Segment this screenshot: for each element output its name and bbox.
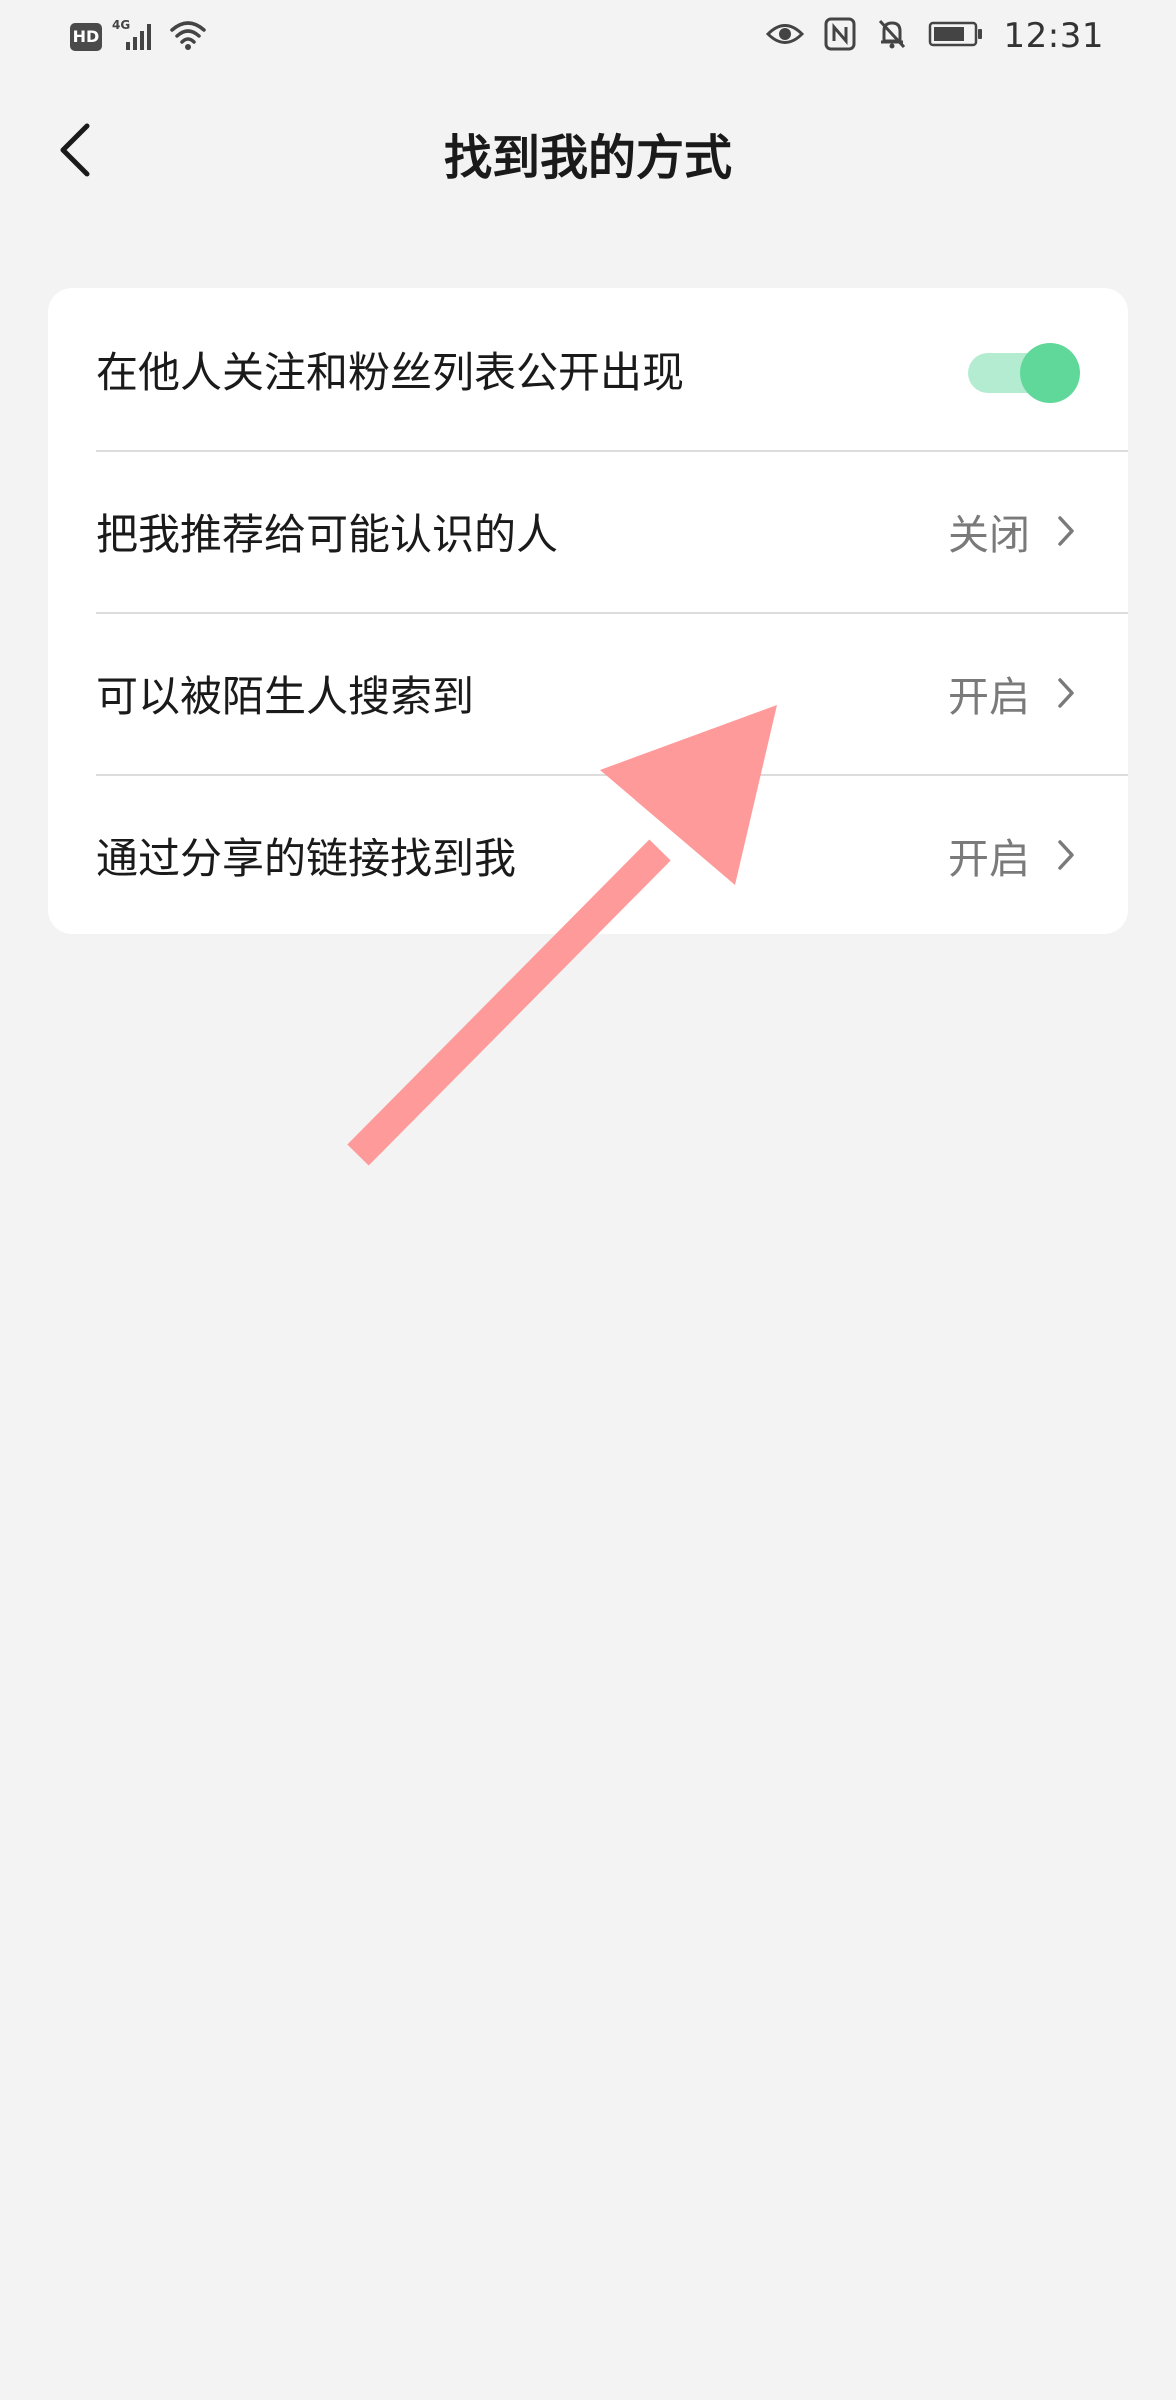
public-in-lists-toggle[interactable] [968, 339, 1080, 403]
battery-icon [928, 20, 984, 52]
settings-page: HD 4G 12:31 找到我的方式 在他人关注和粉丝列表公开出现 把我推荐给可… [0, 0, 1176, 2400]
setting-row-find-via-share-link[interactable]: 通过分享的链接找到我 开启 [48, 774, 1128, 934]
signal-icon: 4G [112, 18, 158, 56]
setting-row-public-in-lists[interactable]: 在他人关注和粉丝列表公开出现 [48, 288, 1128, 450]
setting-label: 把我推荐给可能认识的人 [96, 509, 559, 559]
setting-value: 关闭 [948, 511, 1030, 559]
bell-off-icon [876, 17, 908, 55]
toggle-knob [1020, 343, 1080, 403]
setting-row-searchable-by-strangers[interactable]: 可以被陌生人搜索到 开启 [48, 612, 1128, 774]
status-left: HD 4G [70, 18, 208, 56]
hd-icon: HD [70, 23, 102, 51]
status-right: 12:31 [765, 14, 1104, 58]
setting-label: 可以被陌生人搜索到 [96, 671, 475, 721]
setting-value: 开启 [948, 673, 1030, 721]
setting-row-recommend-to-contacts[interactable]: 把我推荐给可能认识的人 关闭 [48, 450, 1128, 612]
chevron-right-icon [1052, 835, 1080, 875]
wifi-icon [168, 18, 208, 56]
nav-bar: 找到我的方式 [0, 90, 1176, 210]
status-bar: HD 4G 12:31 [0, 0, 1176, 72]
nfc-icon [824, 17, 856, 55]
network-type: 4G [112, 18, 130, 32]
chevron-right-icon [1052, 673, 1080, 713]
eye-icon [765, 19, 804, 53]
chevron-right-icon [1052, 511, 1080, 551]
settings-card: 在他人关注和粉丝列表公开出现 把我推荐给可能认识的人 关闭 可以被陌生人搜索到 … [48, 288, 1128, 934]
setting-label: 在他人关注和粉丝列表公开出现 [96, 347, 685, 397]
setting-value: 开启 [948, 835, 1030, 883]
page-title: 找到我的方式 [443, 130, 732, 186]
status-time: 12:31 [1003, 16, 1104, 56]
setting-label: 通过分享的链接找到我 [96, 833, 517, 883]
